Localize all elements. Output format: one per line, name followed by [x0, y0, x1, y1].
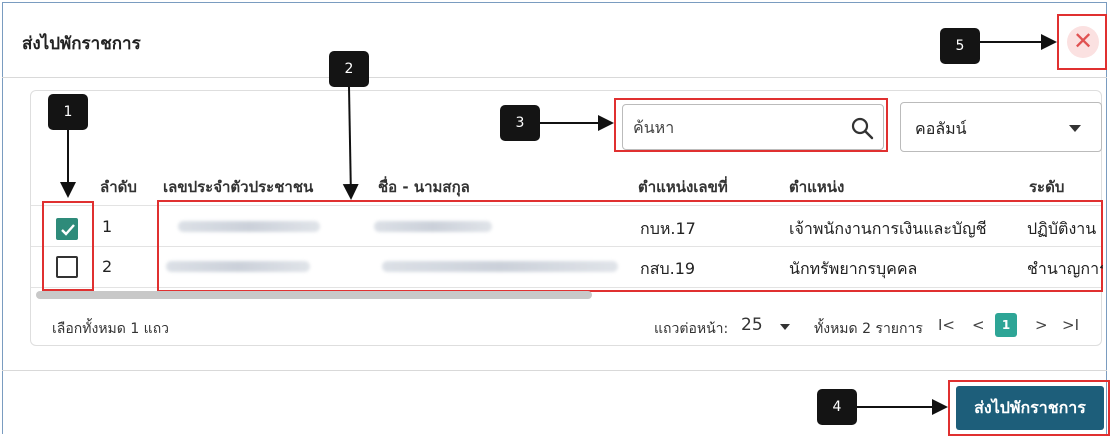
header-divider: [2, 77, 1107, 78]
close-icon: ✕: [1072, 27, 1094, 55]
total-records-text: ทั้งหมด 2 รายการ: [814, 321, 923, 337]
rows-per-page-chevron-icon[interactable]: [780, 324, 790, 330]
header-order[interactable]: ลำดับ: [100, 175, 137, 199]
row-1-citizen-id-redacted: [178, 221, 320, 232]
row-2-checkbox[interactable]: [56, 256, 78, 278]
callout-3: 3: [500, 105, 540, 141]
send-to-suspension-dialog: ส่งไปพักราชการ ✕ คอลัมน์ ลำดับ เลขประจำต…: [0, 0, 1111, 436]
header-name[interactable]: ชื่อ - นามสกุล: [378, 175, 470, 199]
close-button[interactable]: ✕: [1067, 26, 1099, 58]
column-select[interactable]: คอลัมน์: [900, 102, 1102, 152]
horizontal-scrollbar[interactable]: [36, 291, 592, 299]
row-1-checkbox[interactable]: [56, 218, 78, 240]
search-highlight-frame: [614, 98, 888, 152]
first-page-button[interactable]: I<: [938, 316, 955, 334]
row-1-order: 1: [102, 217, 113, 236]
last-page-button[interactable]: >I: [1062, 316, 1079, 334]
chevron-down-icon: [1069, 125, 1081, 132]
header-citizen-id[interactable]: เลขประจำตัวประชาชน: [163, 175, 313, 199]
row-1-position: เจ้าพนักงานการเงินและบัญชี: [789, 219, 987, 238]
footer-divider: [2, 370, 1107, 371]
send-highlight-frame: ส่งไปพักราชการ: [948, 380, 1110, 436]
prev-page-button[interactable]: <: [972, 316, 985, 334]
search-input[interactable]: [633, 115, 833, 139]
row-2-level: ชำนาญการ: [1027, 259, 1103, 278]
next-page-button[interactable]: >: [1035, 316, 1048, 334]
check-icon: [61, 224, 75, 236]
row-1-position-no: กบห.17: [640, 219, 696, 238]
search-icon[interactable]: [849, 115, 875, 141]
row-2-name-redacted: [382, 261, 618, 272]
row-2-position: นักทรัพยากรบุคคล: [789, 259, 918, 278]
send-to-suspension-button[interactable]: ส่งไปพักราชการ: [956, 386, 1104, 430]
callout-1: 1: [48, 94, 88, 130]
header-position-no[interactable]: ตำแหน่งเลขที่: [638, 175, 728, 199]
data-highlight-frame: [157, 200, 1103, 292]
rows-per-page-label: แถวต่อหน้า:: [654, 321, 729, 337]
selected-count-text: เลือกทั้งหมด 1 แถว: [52, 321, 170, 337]
row-1-name-redacted: [374, 221, 492, 232]
page-1-button[interactable]: 1: [995, 313, 1017, 337]
row-2-position-no: กสบ.19: [640, 259, 696, 278]
row-2-order: 2: [102, 257, 113, 276]
dialog-title: ส่งไปพักราชการ: [22, 34, 141, 54]
callout-4: 4: [817, 389, 857, 425]
header-level[interactable]: ระดับ: [1029, 175, 1064, 199]
close-highlight-frame: ✕: [1057, 14, 1107, 70]
callout-5: 5: [940, 28, 980, 64]
header-position[interactable]: ตำแหน่ง: [789, 175, 844, 199]
column-select-label: คอลัมน์: [915, 119, 967, 138]
rows-per-page-select[interactable]: 25: [741, 315, 763, 335]
row-2-citizen-id-redacted: [166, 261, 310, 272]
search-field: [622, 104, 884, 150]
row-1-level: ปฏิบัติงาน: [1027, 219, 1097, 238]
callout-2: 2: [329, 51, 369, 87]
